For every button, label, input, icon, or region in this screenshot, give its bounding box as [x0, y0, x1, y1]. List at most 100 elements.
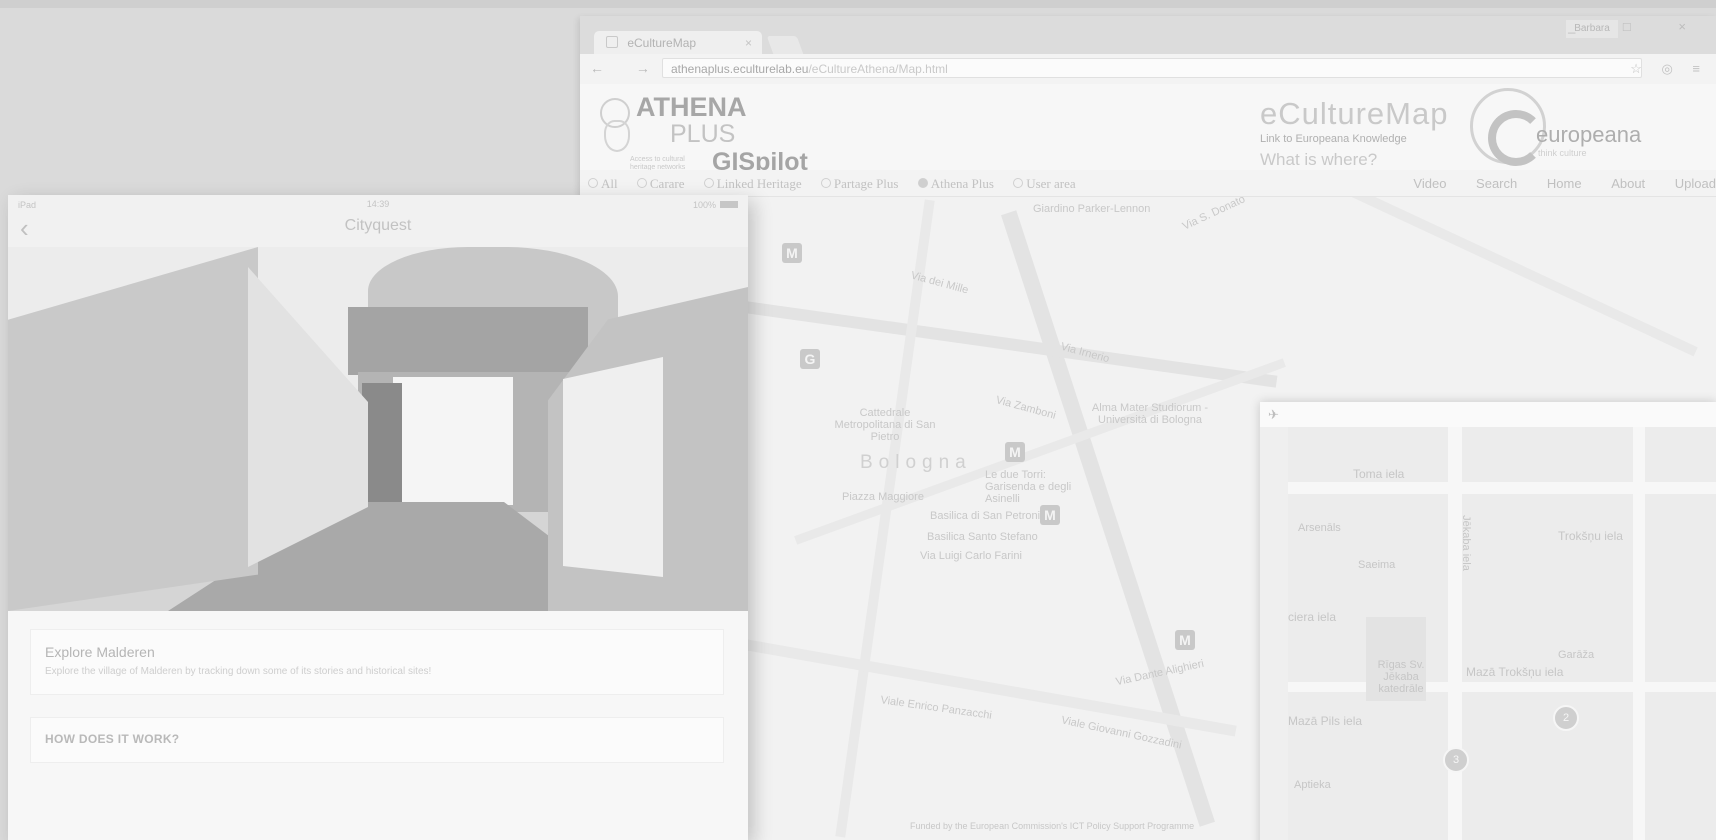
map-label: Le due Torri: Garisenda e degli Asinelli	[985, 469, 1072, 505]
map-marker[interactable]: M	[782, 243, 802, 263]
street-label: ciera iela	[1288, 610, 1337, 624]
browser-tab-strip: eCultureMap × Barbara _ □ ×	[580, 16, 1716, 55]
battery-percent: 100%	[692, 200, 716, 210]
window-controls[interactable]: _ □ ×	[1568, 19, 1708, 34]
app-title: Cityquest	[344, 217, 412, 234]
map-label: Basilica Santo Stefano	[927, 531, 1038, 543]
map-road	[1222, 197, 1698, 357]
url-host: athenaplus.eculturelab.eu	[671, 62, 809, 76]
eculturemap-logo[interactable]: eCultureMap Link to Europeana Knowledge …	[1260, 98, 1460, 170]
plus-word: PLUS	[670, 120, 736, 148]
site-header: ATHENA PLUS Access to cultural heritage …	[580, 84, 1716, 179]
menu-search[interactable]: Search	[1476, 176, 1517, 191]
radio-icon	[820, 178, 831, 188]
airplane-icon: ✈	[1268, 407, 1279, 422]
map-marker[interactable]: M	[1175, 630, 1195, 650]
map-road	[1288, 682, 1716, 692]
status-time: 14:39	[366, 199, 390, 209]
radio-selected-icon	[917, 178, 928, 188]
filter-label: Partage Plus	[833, 176, 899, 191]
cluster-marker[interactable]: 3	[1443, 747, 1469, 773]
battery-indicator: 100%	[693, 200, 738, 210]
europeana-logo[interactable]: europeana	[1536, 122, 1641, 148]
filter-linked-heritage[interactable]: Linked Heritage	[703, 176, 810, 191]
favicon-icon	[606, 36, 618, 48]
url-path: /eCultureAthena/Map.html	[808, 62, 948, 76]
menu-video[interactable]: Video	[1413, 176, 1446, 191]
source-filters: All Carare Linked Heritage Partage Plus …	[588, 176, 1092, 192]
filter-all[interactable]: All	[588, 176, 626, 191]
menu-home[interactable]: Home	[1547, 176, 1582, 191]
bologna-map[interactable]: Giardino Parker-Lennon Via S. Donato Via…	[580, 197, 1716, 840]
site-menu: Video Search Home About Upload	[1387, 176, 1716, 191]
photo-barn-wall	[393, 377, 513, 505]
map-label: Cattedrale Metropolitana di San Pietro	[834, 407, 936, 443]
map-marker[interactable]: M	[1005, 442, 1025, 462]
street-label: Mazā Pils iela	[1288, 714, 1363, 728]
filter-label: Carare	[649, 176, 685, 191]
quest-card[interactable]: Explore Malderen Explore the village of …	[30, 629, 724, 695]
map-road	[1633, 427, 1645, 840]
street-label: Mazā Trokšņu iela	[1466, 665, 1564, 679]
photo-right-wall	[563, 357, 663, 577]
tab-title: eCultureMap	[627, 36, 697, 50]
quest-description: Explore the village of Malderen by track…	[45, 666, 432, 677]
place-label: Aptieka	[1294, 779, 1331, 791]
map-marker[interactable]: G	[800, 349, 820, 369]
filter-label: Linked Heritage	[716, 176, 802, 191]
url-field[interactable]: athenaplus.eculturelab.eu/eCultureAthena…	[662, 58, 1642, 78]
street-label: Jēkaba iela	[1459, 515, 1472, 571]
place-label: Rīgas Sv. Jēkaba katedrāle	[1377, 659, 1425, 695]
inset-map-area[interactable]: Toma iela Trokšņu iela Arsenāls Saeima c…	[1288, 427, 1716, 840]
browser-tab[interactable]: eCultureMap ×	[594, 31, 762, 55]
filter-label: All	[601, 176, 618, 191]
map-label: Via S. Donato	[1180, 197, 1248, 233]
extension-icons[interactable]: ☆ ◎ ≡	[1630, 61, 1708, 77]
photo-barn-door	[362, 383, 402, 511]
how-it-works-card[interactable]: HOW DOES IT WORK?	[30, 717, 724, 763]
tab-close-icon[interactable]: ×	[745, 31, 752, 55]
street-label: Toma iela	[1353, 467, 1405, 481]
riga-inset-map[interactable]: ✈ Toma iela Trokšņu iela Arsenāls Saeima…	[1260, 402, 1716, 840]
athena-word: ATHENA	[636, 92, 747, 122]
cityquest-tablet: iPad 14:39 100% Cityquest ‹ Explore Mald…	[8, 195, 748, 840]
owl-body-icon	[604, 120, 630, 152]
map-road	[1288, 482, 1716, 494]
village-photo	[8, 247, 748, 611]
new-tab-button[interactable]	[766, 36, 804, 54]
cluster-marker[interactable]: 2	[1553, 705, 1579, 731]
app-bar: Cityquest ‹	[8, 213, 748, 247]
ios-status-bar: iPad 14:39 100%	[8, 195, 748, 217]
map-label: Via Zamboni	[994, 394, 1058, 422]
battery-icon	[720, 201, 738, 208]
filter-user-area[interactable]: User area	[1013, 176, 1083, 191]
photo-roof	[348, 307, 588, 375]
address-bar: ← → C athenaplus.eculturelab.eu/eCulture…	[580, 54, 1716, 85]
map-label: Viale Enrico Panzacchi	[879, 694, 993, 722]
menu-upload[interactable]: Upload	[1675, 176, 1716, 191]
eculturemap-question: What is where?	[1260, 150, 1378, 169]
place-label: Garāža	[1558, 649, 1595, 661]
place-label: Arsenāls	[1298, 522, 1341, 534]
filter-partage-plus[interactable]: Partage Plus	[820, 176, 907, 191]
radio-icon	[588, 178, 598, 188]
menu-about[interactable]: About	[1611, 176, 1645, 191]
filter-carare[interactable]: Carare	[636, 176, 693, 191]
filter-bar: All Carare Linked Heritage Partage Plus …	[580, 170, 1716, 197]
eculturemap-subtitle: Link to Europeana Knowledge	[1260, 133, 1407, 145]
place-label: Saeima	[1358, 559, 1396, 571]
map-label: Piazza Maggiore	[842, 491, 924, 503]
browser-window: eCultureMap × Barbara _ □ × ← → C athena…	[580, 16, 1716, 840]
desktop-top-band	[0, 0, 1716, 8]
inset-toolbar: ✈	[1260, 402, 1716, 427]
back-chevron-icon[interactable]: ‹	[20, 213, 29, 244]
radio-icon	[636, 178, 647, 188]
map-label: Alma Mater Studiorum - Università di Bol…	[1091, 402, 1209, 426]
map-marker[interactable]: M	[1040, 505, 1060, 525]
radio-icon	[703, 178, 714, 188]
quest-title: Explore Malderen	[45, 644, 155, 660]
filter-label: Athena Plus	[930, 176, 994, 191]
filter-athena-plus[interactable]: Athena Plus	[917, 176, 1002, 191]
map-label: Via Luigi Carlo Farini	[920, 550, 1022, 562]
map-label: Via Irnerio	[1059, 340, 1111, 366]
